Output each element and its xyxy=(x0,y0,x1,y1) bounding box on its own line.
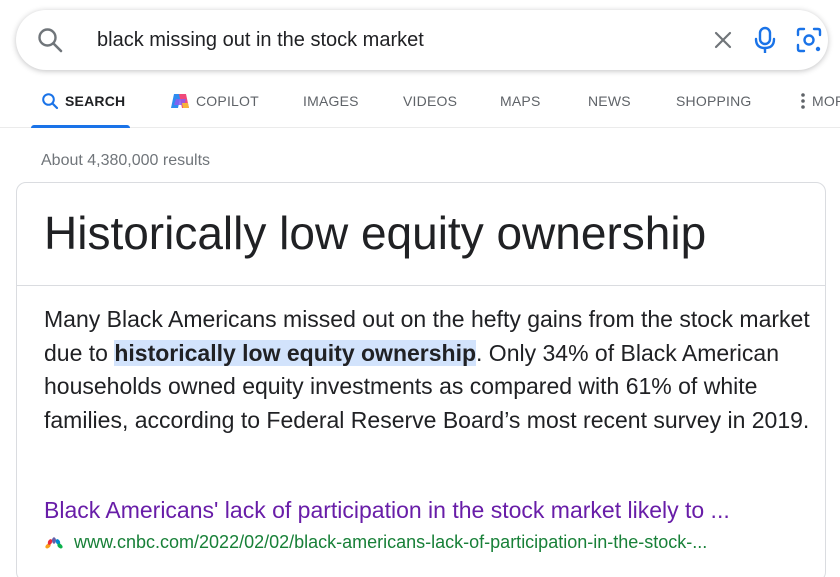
result-url[interactable]: www.cnbc.com/2022/02/02/black-americans-… xyxy=(44,532,707,553)
nbc-peacock-icon xyxy=(45,536,63,548)
tab-search[interactable]: SEARCH xyxy=(31,78,130,128)
search-bar[interactable]: black missing out in the stock market xyxy=(16,10,828,70)
featured-snippet: Historically low equity ownership Many B… xyxy=(16,182,826,577)
tab-news[interactable]: NEWS xyxy=(588,78,631,128)
search-tabs: SEARCH COPILOT IMAGES VIDEOS MAPS NEWS S… xyxy=(0,78,840,128)
active-tab-indicator xyxy=(31,125,130,128)
search-icon xyxy=(38,28,63,53)
featured-title: Historically low equity ownership xyxy=(44,207,707,259)
camera-lens-icon[interactable] xyxy=(795,26,823,54)
tab-copilot[interactable]: COPILOT xyxy=(170,78,259,128)
snippet-text: Many Black Americans missed out on the h… xyxy=(44,303,819,437)
url-text: www.cnbc.com/2022/02/02/black-americans-… xyxy=(74,532,708,552)
tab-shopping[interactable]: SHOPPING xyxy=(676,78,752,128)
tab-label: MOR xyxy=(812,93,840,109)
tab-label: SEARCH xyxy=(65,93,126,109)
search-input[interactable]: black missing out in the stock market xyxy=(97,10,657,70)
result-link[interactable]: Black Americans' lack of participation i… xyxy=(44,497,730,524)
search-icon xyxy=(42,93,59,110)
clear-icon[interactable] xyxy=(710,27,736,53)
tab-maps[interactable]: MAPS xyxy=(500,78,540,128)
tab-label: IMAGES xyxy=(303,93,359,109)
more-vertical-icon xyxy=(801,93,805,110)
copilot-icon xyxy=(171,94,189,109)
tab-more[interactable]: MOR xyxy=(800,78,840,128)
page: black missing out in the stock market SE… xyxy=(0,0,840,577)
snippet-highlight: historically low equity ownership xyxy=(114,339,477,366)
tab-label: MAPS xyxy=(500,93,541,109)
tab-videos[interactable]: VIDEOS xyxy=(403,78,457,128)
microphone-icon[interactable] xyxy=(753,25,777,55)
tab-label: COPILOT xyxy=(196,93,259,109)
tab-label: SHOPPING xyxy=(676,93,752,109)
results-count: About 4,380,000 results xyxy=(41,152,211,169)
tab-images[interactable]: IMAGES xyxy=(303,78,359,128)
tab-label: NEWS xyxy=(588,93,631,109)
tab-label: VIDEOS xyxy=(403,93,458,109)
divider xyxy=(17,285,825,286)
